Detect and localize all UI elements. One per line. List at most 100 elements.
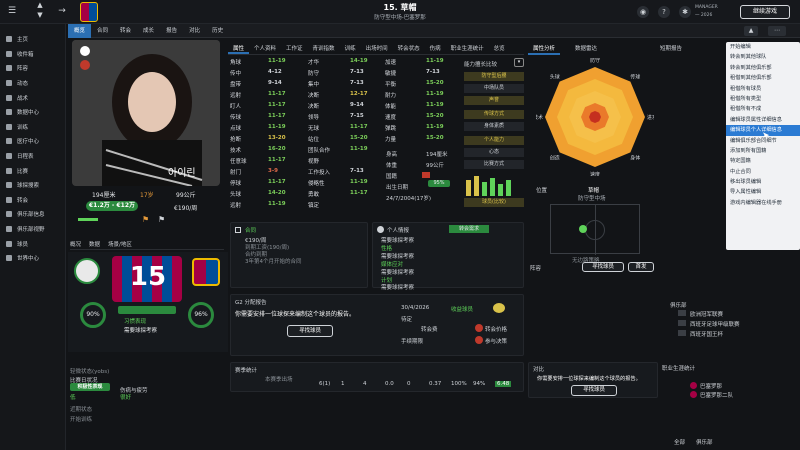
radar-axis-label: 速度 <box>590 171 600 176</box>
tab-career-stats[interactable]: 职业生涯统计 <box>446 44 489 54</box>
menu-item[interactable]: 租借所有类型 <box>726 94 800 104</box>
comp-item: 西班牙足球甲级联赛 <box>690 322 740 328</box>
help-icon[interactable]: ? <box>658 6 670 18</box>
find-player-button-2[interactable]: 寻找球员 <box>582 262 624 272</box>
attribute-value: 11-19 <box>426 58 444 64</box>
tab-attribute-analysis[interactable]: 属性分析 <box>528 44 561 55</box>
menu-item[interactable]: 租借所有不成 <box>726 104 800 114</box>
sidebar-item-tactics[interactable]: 战术 <box>0 90 65 105</box>
club-icon <box>6 211 12 218</box>
attribute-name: 射门 <box>230 170 242 176</box>
bio-nationality-label: 国籍 <box>386 174 398 180</box>
menu-item[interactable]: 导入属性编辑 <box>726 187 800 197</box>
tab-attributes[interactable]: 属性 <box>228 44 250 54</box>
tab-youth-index[interactable]: 青训指数 <box>308 44 340 54</box>
sidebar-item-schedule[interactable]: 日程表 <box>0 149 65 164</box>
tab-history[interactable]: 历史 <box>206 24 229 38</box>
sidebar-item-players[interactable]: 球员 <box>0 236 65 251</box>
menu-item[interactable]: 编辑球员属性详细信息 <box>726 115 800 125</box>
tab-development[interactable]: 成长 <box>137 24 160 38</box>
tab-data[interactable]: 数据 <box>89 240 100 249</box>
menu-item[interactable]: 添加到所有国籍 <box>726 146 800 156</box>
sidebar-item-club-info[interactable]: 俱乐部信息 <box>0 207 65 222</box>
sidebar-item-home[interactable]: 主页 <box>0 32 65 47</box>
tab-overview[interactable]: 概览 <box>68 23 92 38</box>
settings-icon[interactable]: ✱ <box>679 6 691 18</box>
attribute-name: 力量 <box>385 137 397 143</box>
tab-injuries[interactable]: 伤病 <box>425 44 446 54</box>
menu-item[interactable]: 移出球员编辑 <box>726 177 800 187</box>
tab-training[interactable]: 训练 <box>340 44 361 54</box>
menu-item[interactable]: 租借到其他俱乐部 <box>726 73 800 83</box>
competitions-panel: 俱乐部 欧洲冠军联赛 西班牙足球甲级联赛 西班牙国王杯 <box>660 298 800 348</box>
menu-item[interactable]: 转会到其他球队 <box>726 52 800 62</box>
scout-report-text: 你需要安排一位球探来编制这个球员的报告。 <box>235 311 356 318</box>
menu-item[interactable]: 特定国籍 <box>726 156 800 166</box>
compare-panel: 对比 你需要安排一位球探来编制这个球员的报告。 寻找球员 <box>528 362 658 398</box>
menu-item[interactable]: 游戏内编辑器在线手册 <box>726 198 800 208</box>
transfer-icon <box>6 196 12 203</box>
age-value: 17岁 <box>140 192 154 199</box>
tab-work-permit[interactable]: 工作证 <box>281 44 308 54</box>
attribute-name: 决断 <box>308 93 320 99</box>
attribute-value: 13-20 <box>268 135 286 141</box>
team-crest-left-icon <box>74 258 100 284</box>
menu-item[interactable]: 开始编辑 <box>726 42 800 52</box>
sidebar-item-squad[interactable]: 阵容 <box>0 61 65 76</box>
menu-item[interactable]: 转会到其他俱乐部 <box>726 63 800 73</box>
sidebar-item-scouting[interactable]: 球探搜索 <box>0 178 65 193</box>
career-clubs: 俱乐部 <box>696 440 713 446</box>
tactics-icon <box>6 94 12 101</box>
sidebar-item-transfers[interactable]: 转会 <box>0 193 65 208</box>
attribute-name: 侵略性 <box>308 181 325 187</box>
attribute-value: 4-12 <box>268 69 282 75</box>
role-bar <box>482 182 487 196</box>
warning-icon[interactable]: ▲ <box>744 26 758 36</box>
short-report-tab[interactable]: 短期报告 <box>660 44 726 54</box>
sidebar-item-training[interactable]: 训练 <box>0 120 65 135</box>
tab-contract[interactable]: 合同 <box>91 24 114 38</box>
continue-button[interactable]: 继续游戏 <box>740 5 790 19</box>
tab-transfer[interactable]: 转会 <box>114 24 137 38</box>
sidebar-item-data[interactable]: 数据中心 <box>0 105 65 120</box>
career-title: 职业生涯统计 <box>662 366 696 372</box>
sidebar-item-inbox[interactable]: 收件箱 <box>0 47 65 62</box>
tab-compare[interactable]: 对比 <box>183 24 206 38</box>
tab-reports[interactable]: 报告 <box>160 24 183 38</box>
attribute-value: 11-17 <box>268 157 286 163</box>
contract-icon <box>235 227 241 233</box>
compare-player-button[interactable]: 球员(比较) <box>464 198 524 207</box>
tab-playing-time[interactable]: 出场时间 <box>361 44 393 54</box>
personal-line: 需要球探考察 <box>381 270 415 276</box>
sidebar-item-label: 俱乐部信息 <box>17 212 45 219</box>
sidebar-item-label: 数据中心 <box>17 110 40 117</box>
attribute-value: 7-13 <box>426 69 440 75</box>
menu-item[interactable]: 中止合同 <box>726 167 800 177</box>
tab-transfer-status[interactable]: 转会状态 <box>393 44 425 54</box>
attribute-name: 视野 <box>308 159 320 165</box>
sidebar-item-competitions[interactable]: 比赛 <box>0 163 65 178</box>
sidebar-item-medical[interactable]: 医疗中心 <box>0 134 65 149</box>
attribute-name: 技术 <box>230 148 242 154</box>
tab-summary[interactable]: 概况 <box>70 240 81 249</box>
kit-panel: 15 90% 96% 习惯表现 需要球探考察 <box>68 252 228 352</box>
menu-item[interactable]: 租借所有球员 <box>726 84 800 94</box>
compare-find-button[interactable]: 寻找球员 <box>571 385 617 396</box>
sidebar-item-news[interactable]: 动态 <box>0 76 65 91</box>
find-player-button[interactable]: 寻找球员 <box>287 325 333 337</box>
tab-profile[interactable]: 个人资料 <box>249 44 281 54</box>
sidebar-item-label: 阵容 <box>17 66 29 73</box>
tab-data-radar[interactable]: 数据雷达 <box>570 44 602 55</box>
sidebar-item-club-vision[interactable]: 俱乐部视野 <box>0 222 65 237</box>
attribute-name: 体能 <box>385 104 397 110</box>
lineup-select[interactable]: 首发 <box>628 262 654 272</box>
more-options-icon[interactable]: ⋯ <box>768 26 786 36</box>
sidebar-item-world[interactable]: 世界中心 <box>0 251 65 266</box>
tab-scene[interactable]: 场景/地区 <box>108 240 132 249</box>
dropdown-icon[interactable]: ▾ <box>514 58 524 67</box>
position-title: 位置 <box>536 188 548 194</box>
attribute-value: 16-20 <box>268 146 286 152</box>
location-icon[interactable]: ◉ <box>637 6 649 18</box>
season-stat-cell: 100% <box>451 381 467 387</box>
tab-overview-2[interactable]: 总览 <box>489 44 510 54</box>
